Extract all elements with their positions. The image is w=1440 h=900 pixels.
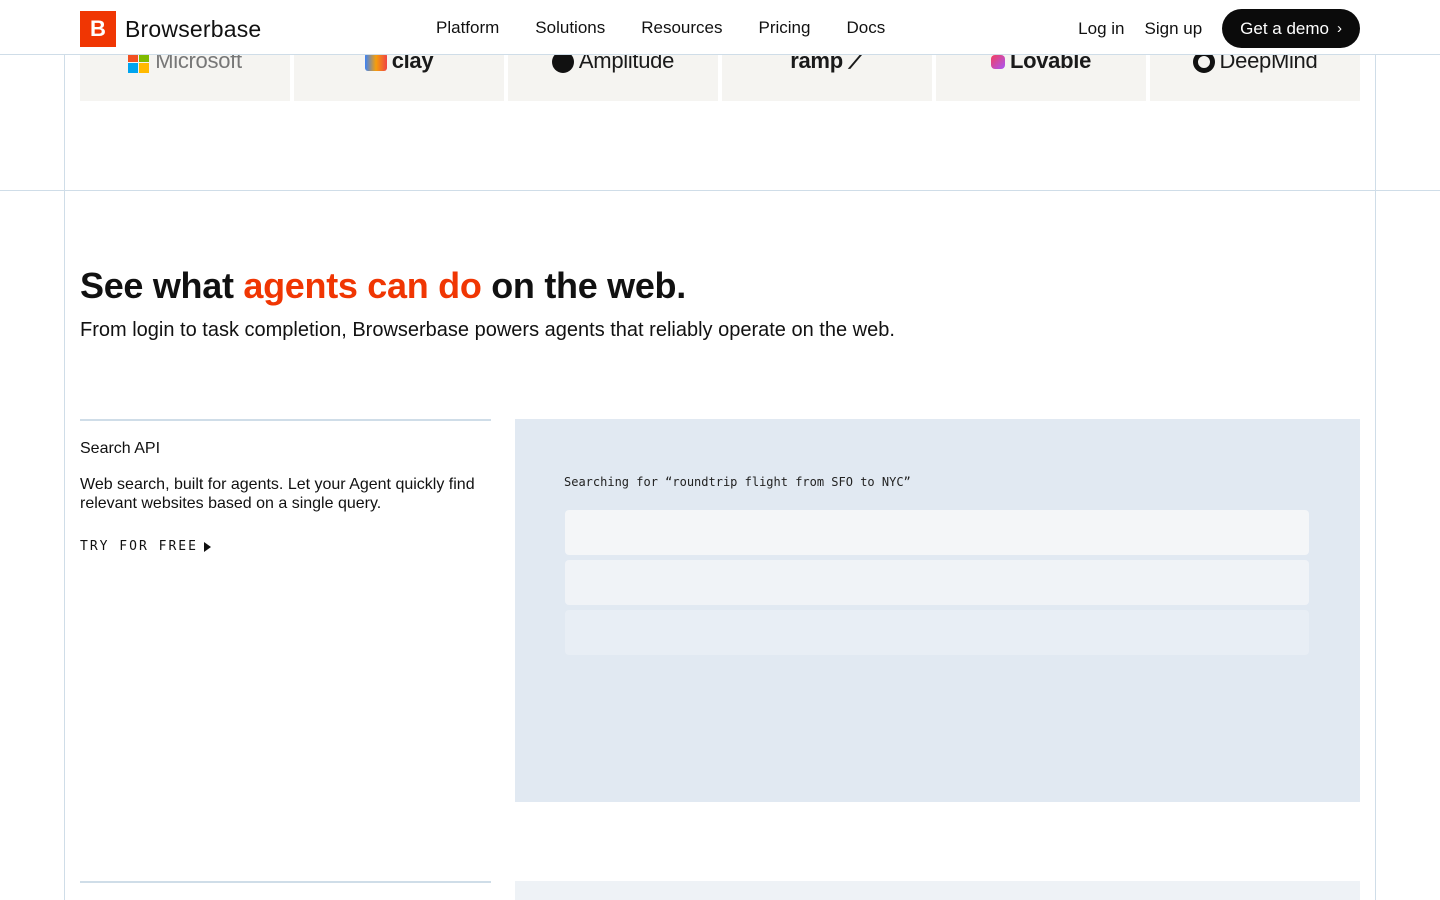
logo-deepmind: DeepMind (1150, 54, 1360, 101)
logo-amplitude-label: Amplitude (578, 54, 675, 73)
nav-platform[interactable]: Platform (436, 18, 499, 38)
try-for-free-link[interactable]: TRY FOR FREE (80, 539, 211, 554)
customer-logos: Microsoft clay Amplitude ramp ⟋ Lovable … (80, 54, 1360, 101)
feature-divider (80, 419, 491, 421)
nav-pricing[interactable]: Pricing (759, 18, 811, 38)
main-nav: Platform Solutions Resources Pricing Doc… (436, 18, 885, 38)
section-divider (0, 190, 1440, 191)
get-demo-label: Get a demo (1240, 18, 1329, 38)
section-subheadline: From login to task completion, Browserba… (80, 319, 895, 341)
logo-amplitude: Amplitude (508, 54, 718, 101)
search-result-placeholder (565, 610, 1309, 655)
search-result-placeholder (565, 560, 1309, 605)
signup-link[interactable]: Sign up (1145, 19, 1203, 39)
browserbase-logo-icon: B (80, 11, 116, 47)
amplitude-logo-icon (551, 54, 574, 74)
headline-accent: agents can do (243, 265, 482, 306)
next-demo-panel (515, 881, 1360, 900)
site-header: B Browserbase Platform Solutions Resourc… (0, 0, 1440, 55)
logo-ramp: ramp ⟋ (722, 54, 932, 101)
logo-microsoft-label: Microsoft (155, 54, 242, 73)
chevron-right-icon: › (1337, 20, 1342, 37)
feature-divider (80, 881, 491, 883)
feature-title: Search API (80, 440, 161, 457)
feature-description: Web search, built for agents. Let your A… (80, 476, 475, 512)
get-demo-button[interactable]: Get a demo › (1222, 9, 1360, 48)
logo-clay: clay (294, 54, 504, 101)
logo-ramp-label: ramp ⟋ (790, 54, 864, 73)
try-for-free-label: TRY FOR FREE (80, 539, 198, 554)
search-query-text: Searching for “roundtrip flight from SFO… (564, 475, 911, 489)
brand-logo[interactable]: B Browserbase (80, 11, 261, 47)
login-link[interactable]: Log in (1078, 19, 1124, 39)
section-headline: See what agents can do on the web. (80, 265, 686, 307)
search-demo-panel: Searching for “roundtrip flight from SFO… (515, 419, 1360, 802)
play-icon (203, 541, 211, 552)
clay-logo-icon (364, 54, 387, 72)
microsoft-logo-icon (128, 54, 150, 73)
lovable-logo-icon (990, 55, 1005, 70)
headline-end: on the web. (481, 265, 686, 306)
logo-clay-label: clay (391, 54, 434, 73)
nav-docs[interactable]: Docs (846, 18, 885, 38)
search-result-placeholder (565, 510, 1309, 555)
headline-start: See what (80, 265, 244, 306)
nav-resources[interactable]: Resources (641, 18, 722, 38)
auth-actions: Log in Sign up Get a demo › (1078, 9, 1360, 48)
logo-lovable: Lovable (936, 54, 1146, 101)
frame-line-right (1375, 54, 1376, 900)
frame-line-left (64, 54, 65, 900)
logo-lovable-label: Lovable (1009, 54, 1092, 73)
deepmind-logo-icon (1192, 54, 1215, 74)
logo-microsoft: Microsoft (80, 54, 290, 101)
nav-solutions[interactable]: Solutions (535, 18, 605, 38)
logo-deepmind-label: DeepMind (1219, 54, 1318, 73)
brand-name: Browserbase (125, 15, 262, 42)
